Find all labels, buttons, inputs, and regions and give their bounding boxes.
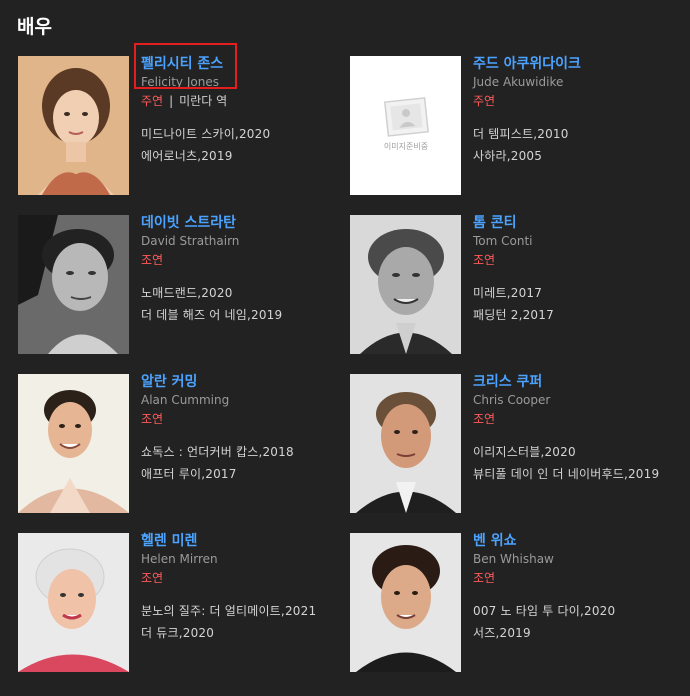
actor-role: 조연 [473,571,678,586]
cast-card: 헬렌 미렌 Helen Mirren 조연 분노의 질주: 더 얼티메이트,20… [18,533,350,692]
filmography-item[interactable]: 더 데블 해즈 어 네임,2019 [141,304,346,326]
role-type: 주연 [473,94,496,108]
actor-role: 조연 [141,571,346,586]
filmography-item[interactable]: 미레트,2017 [473,282,678,304]
actor-english-name: Helen Mirren [141,552,218,566]
actor-role: 주연 [473,94,678,109]
role-separator: | [169,94,174,108]
actor-role: 주연 | 미란다 역 [141,94,346,109]
actor-photo-placeholder[interactable]: 이미지준비중 [350,56,461,195]
actor-english-name: Chris Cooper [473,393,551,407]
role-type: 조연 [141,253,164,267]
filmography: 미레트,2017 패딩턴 2,2017 [473,282,678,326]
cast-card: 크리스 쿠퍼 Chris Cooper 조연 이리지스터블,2020 뷰티풀 데… [350,374,682,533]
filmography-item[interactable]: 패딩턴 2,2017 [473,304,678,326]
placeholder-text: 이미지준비중 [384,141,428,151]
filmography-item[interactable]: 뷰티풀 데이 인 더 네이버후드,2019 [473,463,678,485]
actor-photo[interactable] [18,215,129,354]
filmography: 분노의 질주: 더 얼티메이트,2021 더 듀크,2020 [141,600,346,644]
actor-name-link[interactable]: 크리스 쿠퍼 [473,374,678,391]
image-placeholder-icon: 이미지준비중 [350,56,461,195]
cast-card: 벤 위쇼 Ben Whishaw 조연 007 노 타임 투 다이,2020 서… [350,533,682,692]
actor-role: 조연 [141,412,346,427]
actor-role: 조연 [141,253,346,268]
filmography-item[interactable]: 노매드랜드,2020 [141,282,346,304]
actor-name-link[interactable]: 헬렌 미렌 [141,533,346,550]
filmography-item[interactable]: 이리지스터블,2020 [473,441,678,463]
cast-card: 알란 커밍 Alan Cumming 조연 쇼독스 : 언더커버 캅스,2018… [18,374,350,533]
actor-english-name: David Strathairn [141,234,240,248]
cast-card: 데이빗 스트라탄 David Strathairn 조연 노매드랜드,2020 … [18,215,350,374]
filmography: 쇼독스 : 언더커버 캅스,2018 애프터 루이,2017 [141,441,346,485]
cast-card: 펠리시티 존스 Felicity Jones 주연 | 미란다 역 미드나이트 스카… [18,56,350,215]
actor-name-link[interactable]: 톰 콘티 [473,215,678,232]
filmography-item[interactable]: 애프터 루이,2017 [141,463,346,485]
actor-english-name: Alan Cumming [141,393,230,407]
filmography-item[interactable]: 더 템피스트,2010 [473,123,678,145]
actor-english-name: Ben Whishaw [473,552,554,566]
filmography: 노매드랜드,2020 더 데블 해즈 어 네임,2019 [141,282,346,326]
actor-name-link[interactable]: 데이빗 스트라탄 [141,215,346,232]
actor-english-name: Tom Conti [473,234,533,248]
filmography-item[interactable]: 007 노 타임 투 다이,2020 [473,600,678,622]
actor-name-link[interactable]: 주드 아쿠위다이크 [473,56,678,73]
filmography: 이리지스터블,2020 뷰티풀 데이 인 더 네이버후드,2019 [473,441,678,485]
filmography-item[interactable]: 분노의 질주: 더 얼티메이트,2021 [141,600,346,622]
filmography-item[interactable]: 쇼독스 : 언더커버 캅스,2018 [141,441,346,463]
filmography: 더 템피스트,2010 사하라,2005 [473,123,678,167]
role-type: 조연 [141,571,164,585]
filmography-item[interactable]: 더 듀크,2020 [141,622,346,644]
actor-role: 조연 [473,412,678,427]
filmography-item[interactable]: 사하라,2005 [473,145,678,167]
actor-photo[interactable] [350,374,461,513]
cast-grid: 펠리시티 존스 Felicity Jones 주연 | 미란다 역 미드나이트 스카… [18,56,690,692]
role-type: 조연 [141,412,164,426]
actor-name-link[interactable]: 알란 커밍 [141,374,346,391]
filmography: 미드나이트 스카이,2020 에어로너츠,2019 [141,123,346,167]
role-type: 조연 [473,571,496,585]
actor-photo[interactable] [350,533,461,672]
actor-name-link[interactable]: 펠리시티 존스 [141,56,346,73]
actor-english-name: Felicity Jones [141,75,219,89]
actor-photo[interactable] [18,374,129,513]
actor-photo[interactable] [18,533,129,672]
section-title: 배우 [17,16,52,38]
actor-english-name: Jude Akuwidike [473,75,564,89]
role-type: 조연 [473,412,496,426]
role-type: 주연 [141,94,164,108]
filmography-item[interactable]: 에어로너츠,2019 [141,145,346,167]
actor-photo[interactable] [18,56,129,195]
cast-card: 톰 콘티 Tom Conti 조연 미레트,2017 패딩턴 2,2017 [350,215,682,374]
filmography-item[interactable]: 서즈,2019 [473,622,678,644]
actor-name-link[interactable]: 벤 위쇼 [473,533,678,550]
actor-role: 조연 [473,253,678,268]
cast-card: 이미지준비중 주드 아쿠위다이크 Jude Akuwidike 주연 더 템피스… [350,56,682,215]
filmography: 007 노 타임 투 다이,2020 서즈,2019 [473,600,678,644]
actor-photo[interactable] [350,215,461,354]
character-name: 미란다 역 [179,94,228,108]
role-type: 조연 [473,253,496,267]
filmography-item[interactable]: 미드나이트 스카이,2020 [141,123,346,145]
